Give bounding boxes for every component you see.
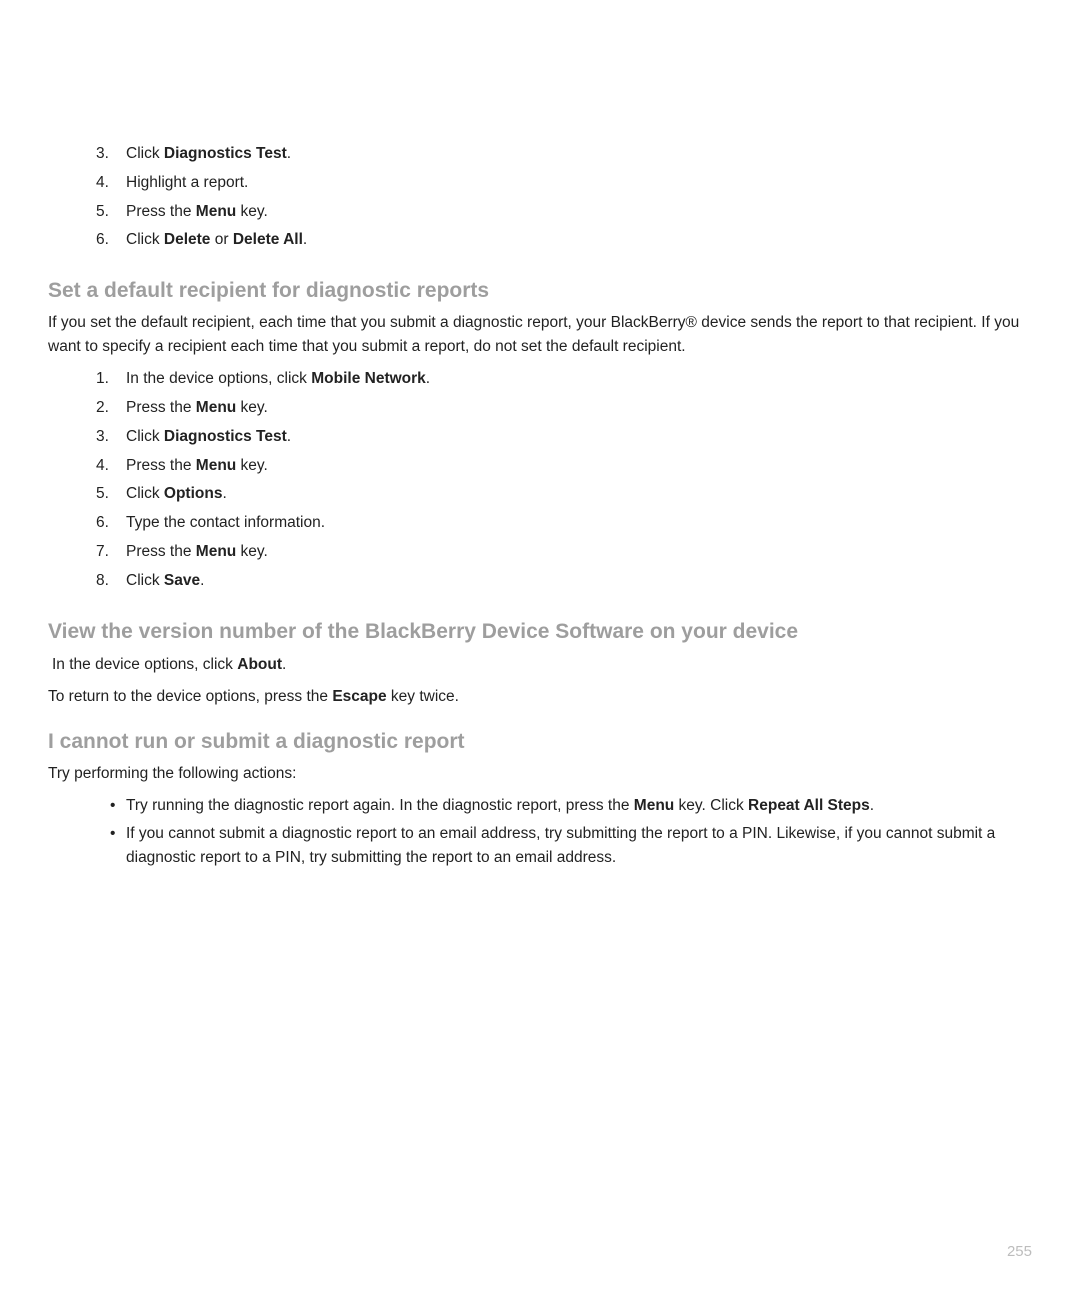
list-item: 7. Press the Menu key. bbox=[48, 538, 1032, 567]
list-item: 8. Click Save. bbox=[48, 567, 1032, 596]
bold-term: Delete All bbox=[233, 231, 303, 248]
list-item: 3. Click Diagnostics Test. bbox=[48, 423, 1032, 452]
list-text: Type the contact information. bbox=[126, 514, 325, 531]
list-item: 4. Highlight a report. bbox=[48, 169, 1032, 198]
list-text: Click bbox=[126, 145, 164, 162]
list-text: Press the bbox=[126, 203, 196, 220]
text: . bbox=[282, 656, 286, 673]
list-number: 4. bbox=[96, 454, 109, 479]
bullet-list: Try running the diagnostic report again.… bbox=[48, 792, 1032, 872]
steps-list: 1. In the device options, click Mobile Ne… bbox=[48, 365, 1032, 595]
list-item: If you cannot submit a diagnostic report… bbox=[48, 820, 1032, 872]
list-item: 6. Click Delete or Delete All. bbox=[48, 226, 1032, 255]
bold-term: Delete bbox=[164, 231, 211, 248]
list-item: 6. Type the contact information. bbox=[48, 509, 1032, 538]
list-item: Try running the diagnostic report again.… bbox=[48, 792, 1032, 820]
bold-term: Menu bbox=[634, 797, 674, 814]
list-number: 6. bbox=[96, 511, 109, 536]
list-text: Click bbox=[126, 231, 164, 248]
list-text: Press the bbox=[126, 399, 196, 416]
list-number: 8. bbox=[96, 569, 109, 594]
list-text: Press the bbox=[126, 457, 196, 474]
list-text: . bbox=[287, 145, 291, 162]
bold-term: Menu bbox=[196, 543, 236, 560]
list-number: 2. bbox=[96, 396, 109, 421]
list-text: If you cannot submit a diagnostic report… bbox=[126, 825, 995, 866]
bold-term: Save bbox=[164, 572, 200, 589]
list-text: Click bbox=[126, 428, 164, 445]
list-text: In the device options, click bbox=[126, 370, 311, 387]
list-item: 1. In the device options, click Mobile Ne… bbox=[48, 365, 1032, 394]
list-number: 6. bbox=[96, 228, 109, 253]
list-number: 5. bbox=[96, 200, 109, 225]
list-text: key. Click bbox=[674, 797, 748, 814]
list-item: 5. Press the Menu key. bbox=[48, 198, 1032, 227]
section-intro: If you set the default recipient, each t… bbox=[48, 311, 1032, 359]
list-text: . bbox=[870, 797, 874, 814]
text: In the device options, click bbox=[52, 656, 237, 673]
list-text: key. bbox=[236, 543, 268, 560]
bold-term: Menu bbox=[196, 457, 236, 474]
list-item: 2. Press the Menu key. bbox=[48, 394, 1032, 423]
list-number: 3. bbox=[96, 425, 109, 450]
list-item: 4. Press the Menu key. bbox=[48, 452, 1032, 481]
section-heading: Set a default recipient for diagnostic r… bbox=[48, 279, 1032, 303]
bold-term: Options bbox=[164, 485, 223, 502]
section-intro: Try performing the following actions: bbox=[48, 762, 1032, 786]
list-text: Highlight a report. bbox=[126, 174, 248, 191]
list-text: Click bbox=[126, 572, 164, 589]
list-item: 5. Click Options. bbox=[48, 480, 1032, 509]
list-text: . bbox=[303, 231, 307, 248]
list-text: Click bbox=[126, 485, 164, 502]
bold-term: Escape bbox=[332, 688, 386, 705]
bold-term: Mobile Network bbox=[311, 370, 426, 387]
bold-term: Repeat All Steps bbox=[748, 797, 870, 814]
steps-list-continued: 3. Click Diagnostics Test. 4. Highlight a … bbox=[48, 140, 1032, 255]
list-number: 4. bbox=[96, 171, 109, 196]
bold-term: About bbox=[237, 656, 282, 673]
list-text: Press the bbox=[126, 543, 196, 560]
list-number: 1. bbox=[96, 367, 109, 392]
section-heading: View the version number of the BlackBerr… bbox=[48, 620, 1032, 644]
list-text: . bbox=[200, 572, 204, 589]
bold-term: Menu bbox=[196, 203, 236, 220]
page-number: 255 bbox=[1007, 1243, 1032, 1260]
list-text: . bbox=[222, 485, 226, 502]
list-number: 7. bbox=[96, 540, 109, 565]
section-heading: I cannot run or submit a diagnostic repo… bbox=[48, 730, 1032, 754]
bold-term: Diagnostics Test bbox=[164, 428, 287, 445]
list-text: or bbox=[210, 231, 232, 248]
list-text: key. bbox=[236, 203, 268, 220]
list-text: key. bbox=[236, 399, 268, 416]
list-item: 3. Click Diagnostics Test. bbox=[48, 140, 1032, 169]
list-text: . bbox=[426, 370, 430, 387]
list-number: 3. bbox=[96, 142, 109, 167]
text: To return to the device options, press t… bbox=[48, 688, 332, 705]
text: key twice. bbox=[387, 688, 459, 705]
body-text: To return to the device options, press t… bbox=[48, 684, 1032, 710]
list-text: key. bbox=[236, 457, 268, 474]
body-text: In the device options, click About. bbox=[52, 652, 1032, 678]
list-number: 5. bbox=[96, 482, 109, 507]
list-text: . bbox=[287, 428, 291, 445]
bold-term: Menu bbox=[196, 399, 236, 416]
bold-term: Diagnostics Test bbox=[164, 145, 287, 162]
list-text: Try running the diagnostic report again.… bbox=[126, 797, 634, 814]
